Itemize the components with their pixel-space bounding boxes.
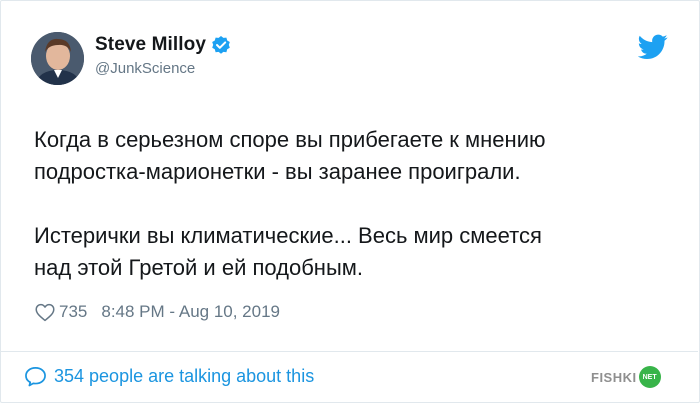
like-count[interactable]: 735	[59, 302, 87, 322]
divider	[0, 351, 698, 352]
tweet-line: над этой Гретой и ей подобным.	[34, 255, 364, 280]
tweet-timestamp[interactable]: 8:48 PM - Aug 10, 2019	[101, 302, 280, 322]
avatar[interactable]	[31, 32, 84, 85]
talking-link[interactable]: 354 people are talking about this	[24, 366, 314, 387]
heart-icon[interactable]	[35, 303, 55, 322]
author-name[interactable]: Steve Milloy	[95, 34, 206, 56]
tweet-line: подростка-марионетки - вы заранее проигр…	[34, 159, 521, 184]
watermark-badge: NET	[638, 366, 661, 388]
tweet-line: Истерички вы климатические... Весь мир с…	[34, 223, 542, 248]
watermark-text: FISHKI	[591, 369, 637, 385]
talking-count-label: 354 people are talking about this	[54, 366, 315, 386]
author-row: Steve Milloy	[95, 34, 231, 56]
tweet-line: Когда в серьезном споре вы прибегаете к …	[34, 127, 546, 152]
author-handle[interactable]: @JunkScience	[95, 60, 195, 77]
tweet-paragraph: Когда в серьезном споре вы прибегаете к …	[34, 124, 674, 188]
site-watermark: FISHKI NET	[591, 366, 661, 388]
twitter-bird-icon[interactable]	[637, 34, 668, 60]
tweet-paragraph: Истерички вы климатические... Весь мир с…	[34, 220, 674, 284]
speech-bubble-icon	[24, 366, 47, 387]
tweet-text: Когда в серьезном споре вы прибегаете к …	[34, 124, 674, 284]
tweet-meta: 735 8:48 PM - Aug 10, 2019	[35, 302, 280, 322]
verified-badge-icon	[211, 35, 231, 55]
